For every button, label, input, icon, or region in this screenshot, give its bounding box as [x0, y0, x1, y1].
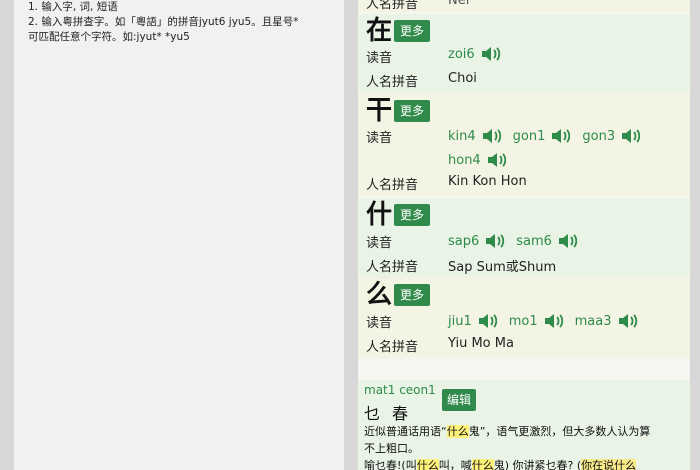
example-line: 喻乜春!(叫什么叫，喊什么鬼) 你讲紧乜春? (你在说什么	[364, 457, 686, 470]
more-button[interactable]: 更多	[394, 100, 431, 122]
name-pinyin-value: Sap Sum或Shum	[448, 260, 557, 275]
entry-character: 么	[366, 280, 393, 310]
name-pinyin-label: 人名拼音	[366, 178, 419, 193]
example-text: 鬼) 你讲紧乜春? (	[493, 459, 582, 470]
reading-text: gon1	[512, 128, 546, 144]
entry-character: 在	[366, 16, 393, 46]
reading-text: sap6	[448, 233, 480, 249]
highlight-text: 什么	[471, 459, 494, 470]
highlight-text: 什么	[446, 425, 469, 438]
result-panel: 人名拼音 Nei 在 更多 读音 zoi6 人名拼音 Choi 干 更多 读音 …	[358, 0, 690, 470]
entry-char: 干 更多 读音 kin4 gon1 gon3 hon4 人名拼音 Kin Kon…	[358, 94, 690, 196]
reading-text: maa3	[574, 313, 612, 329]
reading-item[interactable]: kin4	[448, 127, 503, 145]
reading-item[interactable]: sam6	[516, 232, 579, 250]
reading-text: gon3	[582, 128, 616, 144]
name-pinyin-label: 人名拼音	[366, 340, 419, 355]
reading-label: 读音	[366, 51, 393, 66]
phrase-definition: 近似普通话用语“什么鬼”，语气更激烈，但大多数人认为算 不上粗口。 喻乜春!(叫…	[364, 423, 686, 470]
reading-text: sam6	[516, 233, 552, 249]
highlight-text: 什么	[416, 459, 439, 470]
more-button[interactable]: 更多	[394, 20, 431, 42]
speaker-icon[interactable]	[543, 312, 565, 330]
reading-list: zoi6	[448, 45, 502, 63]
definition-text: 近似普通话用语“	[364, 425, 447, 438]
left-panel: 1. 输入字, 词, 短语 2. 输入粤拼查字。如「粵語」的拼音jyut6 jy…	[14, 0, 344, 470]
reading-text: hon4	[448, 152, 481, 168]
speaker-icon[interactable]	[557, 232, 579, 250]
tip-line-3: 可匹配任意个字符。如:jyut* *yu5	[28, 31, 190, 43]
reading-item[interactable]: gon3	[582, 127, 642, 145]
definition-line: 近似普通话用语“什么鬼”，语气更激烈，但大多数人认为算	[364, 423, 686, 440]
reading-list: jiu1 mo1 maa3	[448, 312, 639, 330]
reading-list: sap6 sam6	[448, 232, 579, 250]
example-text: 喻乜春!(叫	[364, 459, 417, 470]
reading-item[interactable]: maa3	[575, 312, 639, 330]
entry-char: 么 更多 读音 jiu1 mo1 maa3 人名拼音 Yiu Mo Ma	[358, 278, 690, 358]
reading-item[interactable]: gon1	[513, 127, 573, 145]
speaker-icon[interactable]	[550, 127, 572, 145]
entry-char: 什 更多 读音 sap6 sam6 人名拼音 Sap Sum或Shum	[358, 198, 690, 278]
speaker-icon[interactable]	[484, 232, 506, 250]
reading-text: mo1	[508, 313, 538, 329]
name-pinyin-label: 人名拼音	[366, 75, 419, 90]
phrase-jyutping: mat1 ceon1	[364, 383, 436, 397]
reading-text: kin4	[448, 128, 476, 144]
speaker-icon[interactable]	[477, 312, 499, 330]
name-pinyin-value: Nei	[448, 0, 470, 8]
reading-item[interactable]: sap6	[448, 232, 506, 250]
speaker-icon[interactable]	[620, 127, 642, 145]
entry-partial: 人名拼音 Nei	[358, 0, 690, 12]
phrase-characters: 乜春	[364, 404, 421, 423]
entry-character: 干	[366, 96, 393, 126]
speaker-icon[interactable]	[481, 127, 503, 145]
entry-char: 在 更多 读音 zoi6 人名拼音 Choi	[358, 14, 690, 94]
phrase-card: mat1 ceon1 乜春 编辑 近似普通话用语“什么鬼”，语气更激烈，但大多数…	[358, 380, 690, 470]
more-button[interactable]: 更多	[394, 204, 431, 226]
search-tips: 1. 输入字, 词, 短语 2. 输入粤拼查字。如「粵語」的拼音jyut6 jy…	[28, 0, 299, 45]
speaker-icon[interactable]	[480, 45, 502, 63]
example-text: 叫，喊	[438, 459, 472, 470]
name-pinyin-value: Choi	[448, 71, 477, 86]
reading-label: 读音	[366, 236, 393, 251]
highlight-text: 你在说什么	[581, 459, 637, 470]
name-pinyin-value: Kin Kon Hon	[448, 174, 527, 189]
edit-button[interactable]: 编辑	[442, 389, 477, 411]
reading-label: 读音	[366, 316, 393, 331]
reading-item[interactable]: hon4	[448, 151, 508, 169]
definition-line: 不上粗口。	[364, 442, 419, 455]
name-pinyin-label: 人名拼音	[366, 0, 419, 12]
tip-line-1: 1. 输入字, 词, 短语	[28, 1, 118, 13]
speaker-icon[interactable]	[486, 151, 508, 169]
speaker-icon[interactable]	[617, 312, 639, 330]
entry-character: 什	[366, 200, 393, 230]
reading-item[interactable]: zoi6	[448, 45, 502, 63]
reading-label: 读音	[366, 131, 393, 146]
reading-item[interactable]: mo1	[509, 312, 565, 330]
reading-item[interactable]: jiu1	[448, 312, 499, 330]
reading-list: kin4 gon1 gon3	[448, 127, 642, 145]
tip-line-2: 2. 输入粤拼查字。如「粵語」的拼音jyut6 jyu5。且星号*	[28, 16, 299, 28]
name-pinyin-value: Yiu Mo Ma	[448, 336, 514, 351]
name-pinyin-label: 人名拼音	[366, 260, 419, 275]
reading-text: zoi6	[448, 46, 475, 62]
definition-text: 鬼”，语气更激烈，但大多数人认为算	[468, 425, 651, 438]
reading-text: jiu1	[448, 313, 472, 329]
reading-list-extra: hon4	[448, 151, 508, 169]
more-button[interactable]: 更多	[394, 284, 431, 306]
